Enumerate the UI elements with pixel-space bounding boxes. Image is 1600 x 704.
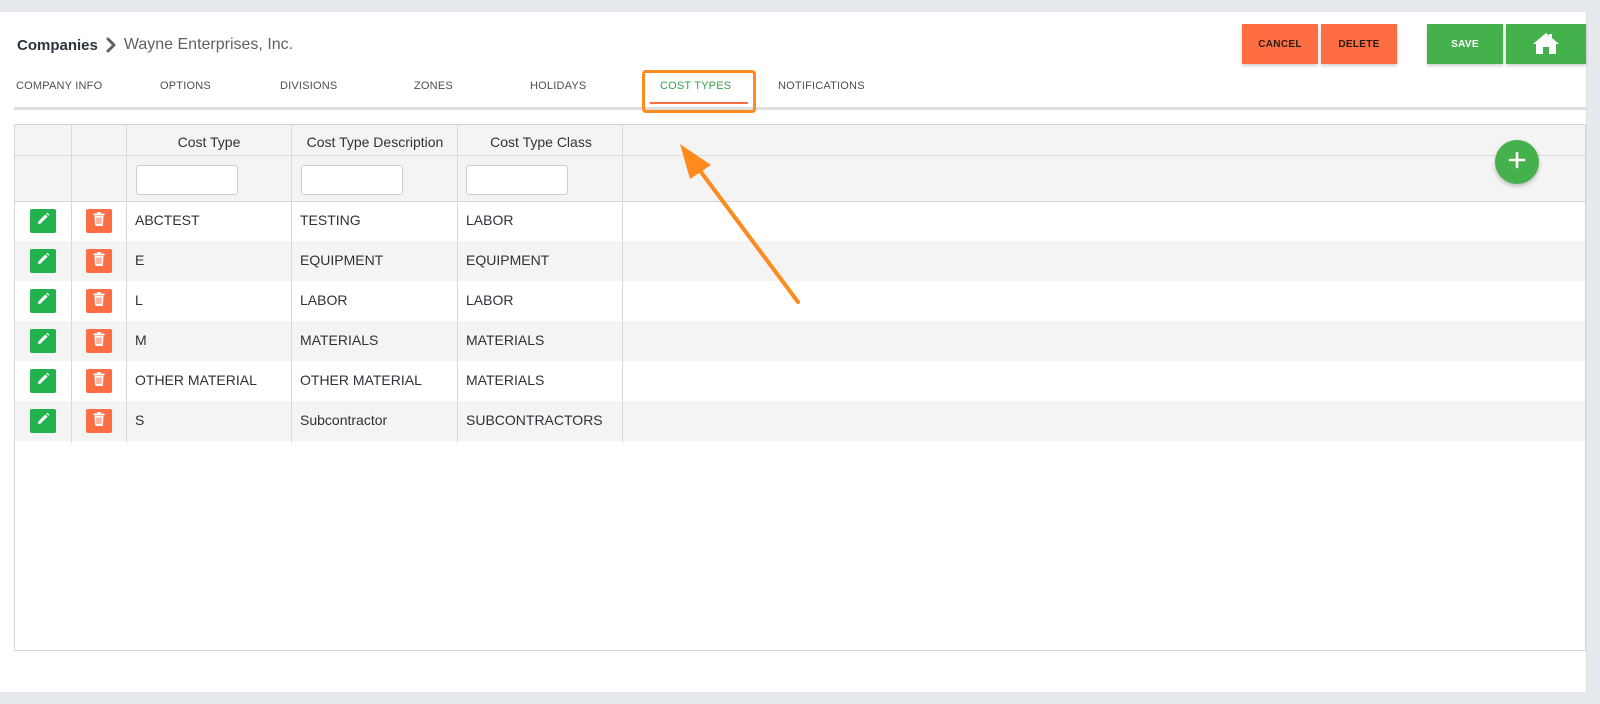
pencil-icon	[36, 212, 50, 231]
cell-cost-type: S	[135, 412, 145, 428]
column-divider	[291, 125, 292, 443]
column-header-description[interactable]: Cost Type Description	[292, 134, 458, 150]
edit-row-button[interactable]	[30, 209, 56, 233]
delete-row-button[interactable]	[86, 409, 112, 433]
pencil-icon	[36, 252, 50, 271]
cancel-button[interactable]: CANCEL	[1242, 24, 1318, 64]
cell-description: Subcontractor	[300, 412, 388, 428]
cell-description: TESTING	[300, 212, 361, 228]
cell-cost-type: OTHER MATERIAL	[135, 372, 257, 388]
annotation-highlight-box	[642, 70, 756, 113]
cell-description: MATERIALS	[300, 332, 379, 348]
tab-bar-divider	[14, 107, 1586, 110]
tab-options[interactable]: OPTIONS	[160, 80, 211, 92]
trash-icon	[93, 291, 105, 311]
cell-description: OTHER MATERIAL	[300, 372, 422, 388]
chevron-right-icon	[98, 35, 124, 55]
tab-notifications[interactable]: NOTIFICATIONS	[778, 80, 865, 92]
tab-divisions[interactable]: DIVISIONS	[280, 80, 337, 92]
cell-class: SUBCONTRACTORS	[466, 412, 603, 428]
cell-cost-type: M	[135, 332, 147, 348]
pencil-icon	[36, 332, 50, 351]
save-button[interactable]: SAVE	[1427, 24, 1503, 64]
trash-icon	[93, 331, 105, 351]
cell-class: LABOR	[466, 212, 514, 228]
delete-button[interactable]: DELETE	[1321, 24, 1397, 64]
table-row: ABCTEST TESTING LABOR	[15, 201, 1585, 241]
cell-class: MATERIALS	[466, 332, 545, 348]
cell-cost-type: L	[135, 292, 143, 308]
edit-row-button[interactable]	[30, 409, 56, 433]
add-cost-type-button[interactable]	[1495, 140, 1539, 184]
delete-row-button[interactable]	[86, 289, 112, 313]
grid-header: Cost Type Cost Type Description Cost Typ…	[15, 125, 1585, 202]
column-header-class[interactable]: Cost Type Class	[458, 134, 624, 150]
pencil-icon	[36, 292, 50, 311]
delete-row-button[interactable]	[86, 329, 112, 353]
home-icon	[1532, 31, 1560, 58]
trash-icon	[93, 251, 105, 271]
cost-type-filter-input[interactable]	[136, 165, 238, 195]
cell-class: EQUIPMENT	[466, 252, 550, 268]
cell-class: LABOR	[466, 292, 514, 308]
delete-row-button[interactable]	[86, 369, 112, 393]
cell-description: EQUIPMENT	[300, 252, 384, 268]
edit-row-button[interactable]	[30, 329, 56, 353]
column-divider	[71, 125, 72, 443]
table-row: M MATERIALS MATERIALS	[15, 321, 1585, 361]
tab-bar: COMPANY INFO OPTIONS DIVISIONS ZONES HOL…	[14, 80, 1586, 106]
cell-class: MATERIALS	[466, 372, 545, 388]
cost-types-grid: Cost Type Cost Type Description Cost Typ…	[14, 124, 1586, 651]
table-row: E EQUIPMENT EQUIPMENT	[15, 241, 1585, 281]
breadcrumb-root-link[interactable]: Companies	[17, 37, 98, 54]
trash-icon	[93, 371, 105, 391]
header-divider	[15, 155, 1585, 156]
column-divider	[126, 125, 127, 443]
plus-icon	[1508, 151, 1526, 174]
table-row: L LABOR LABOR	[15, 281, 1585, 321]
pencil-icon	[36, 372, 50, 391]
home-button[interactable]	[1506, 24, 1586, 64]
table-row: S Subcontractor SUBCONTRACTORS	[15, 401, 1585, 441]
pencil-icon	[36, 412, 50, 431]
breadcrumb: Companies Wayne Enterprises, Inc.	[17, 34, 293, 56]
column-divider	[457, 125, 458, 443]
edit-row-button[interactable]	[30, 249, 56, 273]
table-row: OTHER MATERIAL OTHER MATERIAL MATERIALS	[15, 361, 1585, 401]
tab-company-info[interactable]: COMPANY INFO	[16, 80, 102, 92]
cell-description: LABOR	[300, 292, 348, 308]
delete-row-button[interactable]	[86, 249, 112, 273]
breadcrumb-current: Wayne Enterprises, Inc.	[123, 36, 294, 53]
edit-row-button[interactable]	[30, 289, 56, 313]
column-header-cost-type[interactable]: Cost Type	[126, 134, 292, 150]
trash-icon	[93, 411, 105, 431]
trash-icon	[93, 211, 105, 231]
tab-holidays[interactable]: HOLIDAYS	[530, 80, 586, 92]
column-divider	[622, 125, 623, 443]
edit-row-button[interactable]	[30, 369, 56, 393]
class-filter-input[interactable]	[466, 165, 568, 195]
tab-zones[interactable]: ZONES	[414, 80, 453, 92]
cell-cost-type: ABCTEST	[135, 212, 200, 228]
cell-cost-type: E	[135, 252, 145, 268]
delete-row-button[interactable]	[86, 209, 112, 233]
description-filter-input[interactable]	[301, 165, 403, 195]
